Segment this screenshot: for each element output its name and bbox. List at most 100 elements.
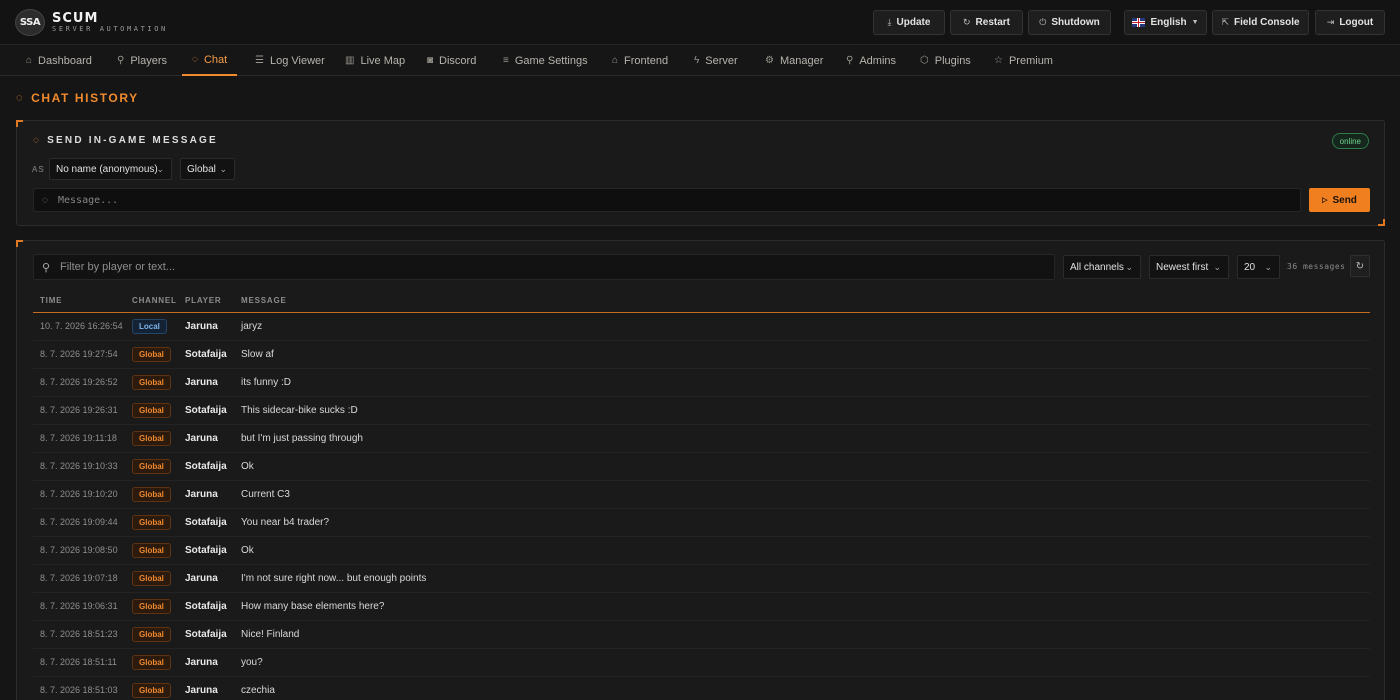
chat-history-panel: ⚲ All channels ⌄ Newest first ⌄ 20 ⌄ 36 …: [16, 240, 1385, 700]
table-row[interactable]: 8. 7. 2026 18:51:23 Global Sotafaija Nic…: [33, 621, 1370, 649]
table-row[interactable]: 8. 7. 2026 19:06:31 Global Sotafaija How…: [33, 593, 1370, 621]
main-nav: ⌂ Dashboard ⚲ Players ◌ Chat ☰ Log Viewe…: [0, 45, 1400, 76]
column-header-message: MESSAGE: [241, 296, 287, 305]
nav-admins[interactable]: ⚲ Admins: [846, 45, 896, 76]
table-row[interactable]: 8. 7. 2026 18:51:03 Global Jaruna czechi…: [33, 677, 1370, 700]
message-count: 36 messages: [1287, 262, 1346, 271]
column-header-channel: CHANNEL: [132, 296, 177, 305]
row-message: Slow af: [241, 349, 274, 360]
corner-accent: [16, 240, 23, 247]
row-player: Jaruna: [185, 573, 218, 584]
corner-accent: [1378, 219, 1385, 226]
logout-button[interactable]: ⇥ Logout: [1315, 10, 1385, 35]
field-console-button[interactable]: ⇱ Field Console: [1212, 10, 1309, 35]
bolt-icon: ϟ: [694, 55, 700, 66]
page-title: ◌ CHAT HISTORY: [16, 91, 139, 105]
channel-select[interactable]: Global ⌄: [180, 158, 235, 180]
table-row[interactable]: 8. 7. 2026 19:08:50 Global Sotafaija Ok: [33, 537, 1370, 565]
language-select[interactable]: English ▼: [1124, 10, 1207, 35]
uk-flag-icon: [1132, 18, 1146, 27]
status-badge: online: [1331, 133, 1369, 149]
nav-frontend[interactable]: ⌂ Frontend: [612, 45, 668, 76]
channel-badge: Global: [132, 655, 171, 670]
row-time: 8. 7. 2026 19:26:52: [40, 377, 118, 387]
shutdown-button[interactable]: ⏻ Shutdown: [1028, 10, 1111, 35]
row-message: Ok: [241, 545, 254, 556]
sender-select[interactable]: No name (anonymous) ⌄: [49, 158, 172, 180]
channel-badge: Global: [132, 599, 171, 614]
row-message: jaryz: [241, 321, 263, 332]
row-message: This sidecar-bike sucks :D: [241, 405, 358, 416]
restart-button[interactable]: ↻ Restart: [950, 10, 1023, 35]
table-row[interactable]: 8. 7. 2026 19:26:31 Global Sotafaija Thi…: [33, 397, 1370, 425]
update-button[interactable]: ⤓ Update: [873, 10, 945, 35]
nav-live-map[interactable]: ▥ Live Map: [345, 45, 405, 76]
row-time: 8. 7. 2026 19:11:18: [40, 433, 117, 443]
nav-server[interactable]: ϟ Server: [694, 45, 738, 76]
table-row[interactable]: 8. 7. 2026 19:11:18 Global Jaruna but I'…: [33, 425, 1370, 453]
page-size-select[interactable]: 20 ⌄: [1237, 255, 1280, 279]
top-bar: SSA SCUM SERVER AUTOMATION ⤓ Update ↻ Re…: [0, 0, 1400, 45]
message-field[interactable]: ◌: [33, 188, 1301, 212]
channel-badge: Global: [132, 347, 171, 362]
table-row[interactable]: 8. 7. 2026 18:51:11 Global Jaruna you?: [33, 649, 1370, 677]
row-message: You near b4 trader?: [241, 517, 330, 528]
send-button[interactable]: ▷ Send: [1309, 188, 1370, 212]
nav-discord[interactable]: ◙ Discord: [427, 45, 476, 76]
row-message: I'm not sure right now... but enough poi…: [241, 573, 427, 584]
sort-select[interactable]: Newest first ⌄: [1149, 255, 1229, 279]
row-player: Jaruna: [185, 489, 218, 500]
row-time: 8. 7. 2026 18:51:23: [40, 629, 118, 639]
channel-filter-select[interactable]: All channels ⌄: [1063, 255, 1141, 279]
logout-icon: ⇥: [1326, 17, 1335, 27]
nav-plugins[interactable]: ⬡ Plugins: [920, 45, 971, 76]
row-player: Sotafaija: [185, 601, 227, 612]
filter-field[interactable]: ⚲: [33, 254, 1055, 280]
nav-log-viewer[interactable]: ☰ Log Viewer: [255, 45, 325, 76]
cube-icon: ⬡: [920, 55, 929, 66]
nav-premium[interactable]: ☆ Premium: [994, 45, 1053, 76]
column-header-time: TIME: [40, 296, 63, 305]
map-icon: ▥: [345, 55, 355, 66]
building-icon: ⌂: [612, 55, 619, 66]
gear-icon: ⚙: [765, 55, 774, 66]
nav-players[interactable]: ⚲ Players: [117, 45, 167, 76]
row-message: Current C3: [241, 489, 290, 500]
row-time: 8. 7. 2026 19:09:44: [40, 517, 118, 527]
table-row[interactable]: 8. 7. 2026 19:10:20 Global Jaruna Curren…: [33, 481, 1370, 509]
channel-badge: Global: [132, 683, 171, 698]
row-player: Sotafaija: [185, 461, 227, 472]
table-row[interactable]: 8. 7. 2026 19:27:54 Global Sotafaija Slo…: [33, 341, 1370, 369]
chevron-down-icon: ⌄: [1125, 261, 1133, 272]
row-time: 8. 7. 2026 19:08:50: [40, 545, 118, 555]
row-player: Jaruna: [185, 377, 218, 388]
nav-manager[interactable]: ⚙ Manager: [765, 45, 823, 76]
row-message: you?: [241, 657, 263, 668]
app-title: SCUM: [52, 11, 99, 26]
nav-game-settings[interactable]: ≡ Game Settings: [503, 45, 588, 76]
refresh-button[interactable]: ↻: [1350, 255, 1370, 277]
discord-icon: ◙: [427, 55, 434, 66]
channel-badge: Global: [132, 375, 171, 390]
nav-dashboard[interactable]: ⌂ Dashboard: [26, 45, 92, 76]
search-icon: ⚲: [42, 262, 51, 274]
sliders-icon: ≡: [503, 55, 509, 66]
filter-input[interactable]: [60, 255, 1040, 279]
chevron-down-icon: ⌄: [1264, 261, 1272, 272]
row-message: Ok: [241, 461, 254, 472]
app-subtitle: SERVER AUTOMATION: [52, 25, 168, 33]
column-header-player: PLAYER: [185, 296, 222, 305]
chat-icon: ◌: [42, 194, 48, 206]
channel-badge: Global: [132, 487, 171, 502]
table-row[interactable]: 8. 7. 2026 19:10:33 Global Sotafaija Ok: [33, 453, 1370, 481]
table-row[interactable]: 8. 7. 2026 19:09:44 Global Sotafaija You…: [33, 509, 1370, 537]
row-message: Nice! Finland: [241, 629, 300, 640]
table-row[interactable]: 8. 7. 2026 19:07:18 Global Jaruna I'm no…: [33, 565, 1370, 593]
table-row[interactable]: 8. 7. 2026 19:26:52 Global Jaruna its fu…: [33, 369, 1370, 397]
row-time: 8. 7. 2026 19:10:20: [40, 489, 118, 499]
channel-badge: Global: [132, 431, 171, 446]
message-input[interactable]: [58, 189, 1288, 211]
table-row[interactable]: 10. 7. 2026 16:26:54 Local Jaruna jaryz: [33, 313, 1370, 341]
channel-badge: Global: [132, 459, 171, 474]
nav-chat[interactable]: ◌ Chat: [182, 45, 238, 76]
